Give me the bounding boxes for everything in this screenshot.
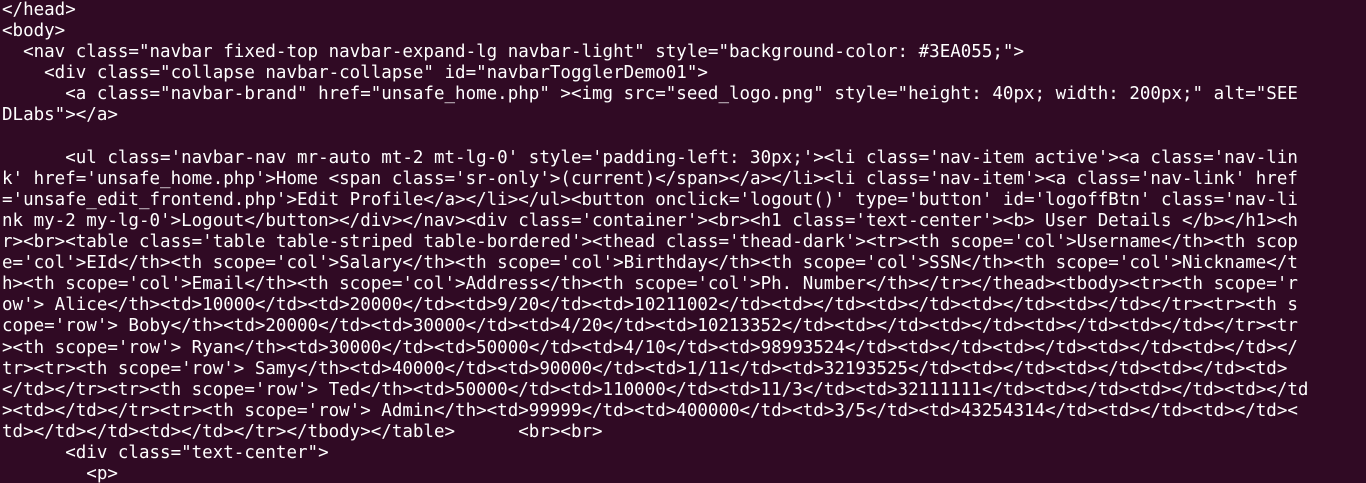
terminal-line: </td></tr><tr><th scope='row'> Ted</th><… <box>2 379 1309 400</box>
terminal-line: <ul class='navbar-nav mr-auto mt-2 mt-lg… <box>2 147 1298 168</box>
terminal-line: r><br><table class='table table-striped … <box>2 232 1298 253</box>
terminal-line: h><th scope='col'>Email</th><th scope='c… <box>2 274 1298 295</box>
terminal-line: <p> <box>2 464 118 483</box>
terminal-line: ><th scope='row'> Ryan</th><td>30000</td… <box>2 337 1298 358</box>
terminal-line: ><td></td></tr><tr><th scope='row'> Admi… <box>2 400 1298 421</box>
terminal-line: ow'> Alice</th><td>10000</td><td>20000</… <box>2 295 1298 316</box>
terminal-line: td></td></td><td></td></tr></tbody></tab… <box>2 421 603 442</box>
terminal-line: nk my-2 my-lg-0'>Logout</button></div></… <box>2 210 1298 231</box>
terminal-line: <body> <box>2 21 66 42</box>
terminal-line: tr><tr><th scope='row'> Samy</th><td>400… <box>2 358 1288 379</box>
terminal-line: </head> <box>2 0 76 20</box>
terminal-line: e='col'>EId</th><th scope='col'>Salary</… <box>2 253 1298 274</box>
terminal-line: DLabs"></a> <box>2 105 118 126</box>
terminal-line: k' href='unsafe_home.php'>Home <span cla… <box>2 168 1298 189</box>
terminal-line: ='unsafe_edit_frontend.php'>Edit Profile… <box>2 189 1298 210</box>
terminal-line: <nav class="navbar fixed-top navbar-expa… <box>2 42 1024 63</box>
terminal-line: cope='row'> Boby</th><td>20000</td><td>3… <box>2 316 1298 337</box>
terminal-output[interactable]: </head> <body> <nav class="navbar fixed-… <box>0 0 1366 483</box>
terminal-line: <div class="text-center"> <box>2 442 329 463</box>
terminal-line: <div class="collapse navbar-collapse" id… <box>2 63 708 84</box>
terminal-line: <a class="navbar-brand" href="unsafe_hom… <box>2 84 1298 105</box>
